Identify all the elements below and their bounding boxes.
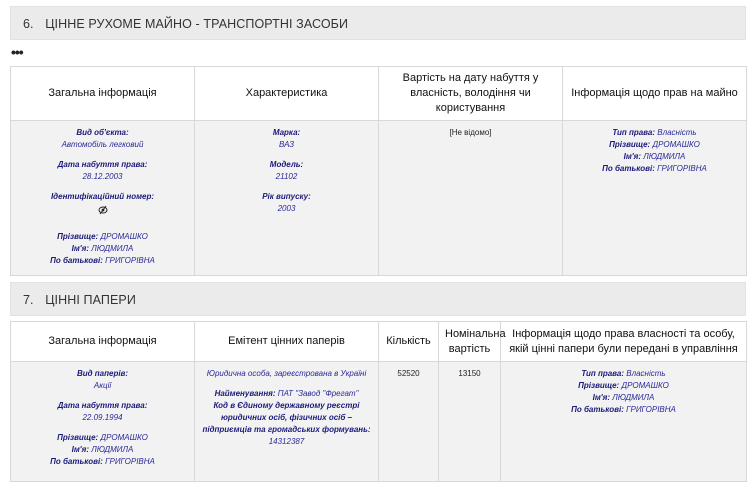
quantity-cell: 52520 xyxy=(378,361,439,482)
patronymic-value: ГРИГОРІВНА xyxy=(626,405,676,414)
year-value: 2003 xyxy=(277,204,296,213)
quantity-value: 52520 xyxy=(397,369,420,378)
acquisition-date-label: Дата набуття права: xyxy=(57,401,148,410)
table-row: Вид паперів: Акції Дата набуття права: 2… xyxy=(10,361,747,482)
right-type-value: Власність xyxy=(657,128,697,137)
nominal-value: 13150 xyxy=(458,369,481,378)
col-nominal: Номінальна вартість xyxy=(438,321,506,362)
more-options-button[interactable]: ••• xyxy=(11,45,24,59)
surname-label: Прізвище: xyxy=(57,433,99,442)
patronymic-label: По батькові: xyxy=(50,457,103,466)
rights-cell: Тип права: Власність Прізвище: ДРОМАШКО … xyxy=(562,120,747,276)
issuer-name-label: Найменування: xyxy=(214,389,276,398)
ownership-cell: Тип права: Власність Прізвище: ДРОМАШКО … xyxy=(500,361,747,482)
col-quantity: Кількість xyxy=(378,321,439,362)
cost-cell: [Не відомо] xyxy=(378,120,563,276)
surname-value: ДРОМАШКО xyxy=(621,381,669,390)
name-label: Ім'я: xyxy=(623,152,642,161)
issuer-code-label: Код в Єдиному державному реєстрі юридичн… xyxy=(202,401,371,434)
patronymic-value: ГРИГОРІВНА xyxy=(657,164,707,173)
general-info-cell: Вид паперів: Акції Дата набуття права: 2… xyxy=(10,361,195,482)
year-label: Рік випуску: xyxy=(262,192,311,201)
surname-label: Прізвище: xyxy=(609,140,651,149)
surname-value: ДРОМАШКО xyxy=(100,433,148,442)
section-title: ЦІННІ ПАПЕРИ xyxy=(45,293,136,307)
hidden-icon[interactable] xyxy=(15,205,190,219)
model-value: 21102 xyxy=(275,172,298,181)
securities-table: Загальна інформація Емітент цінних папер… xyxy=(10,321,747,482)
col-general-info: Загальна інформація xyxy=(10,66,195,121)
surname-value: ДРОМАШКО xyxy=(652,140,700,149)
issuer-name-value: ПАТ "Завод "Фрегат" xyxy=(277,389,359,398)
name-label: Ім'я: xyxy=(592,393,611,402)
name-label: Ім'я: xyxy=(71,244,90,253)
vehicles-table: Загальна інформація Характеристика Варті… xyxy=(10,66,747,276)
col-characteristics: Характеристика xyxy=(194,66,379,121)
brand-label: Марка: xyxy=(272,128,301,137)
surname-label: Прізвище: xyxy=(578,381,620,390)
section-6-header: 6. ЦІННЕ РУХОМЕ МАЙНО - ТРАНСПОРТНІ ЗАСО… xyxy=(10,6,746,40)
acquisition-date-label: Дата набуття права: xyxy=(57,160,148,169)
section-title: ЦІННЕ РУХОМЕ МАЙНО - ТРАНСПОРТНІ ЗАСОБИ xyxy=(45,17,349,31)
right-type-label: Тип права: xyxy=(612,128,656,137)
brand-value: ВАЗ xyxy=(279,140,294,149)
acquisition-date-value: 28.12.2003 xyxy=(82,172,123,181)
general-info-cell: Вид об'єкта: Автомобіль легковий Дата на… xyxy=(10,120,195,276)
patronymic-label: По батькові: xyxy=(50,256,103,265)
section-number: 6. xyxy=(23,17,34,31)
col-cost: Вартість на дату набуття у власність, во… xyxy=(378,66,563,121)
issuer-code-value: 14312387 xyxy=(268,437,305,446)
patronymic-value: ГРИГОРІВНА xyxy=(105,256,155,265)
table-row: Вид об'єкта: Автомобіль легковий Дата на… xyxy=(10,120,747,276)
patronymic-label: По батькові: xyxy=(571,405,624,414)
characteristics-cell: Марка: ВАЗ Модель: 21102 Рік випуску: 20… xyxy=(194,120,379,276)
right-type-label: Тип права: xyxy=(581,369,625,378)
issuer-cell: Юридична особа, зареєстрована в Україні … xyxy=(194,361,379,482)
cost-value: [Не відомо] xyxy=(449,128,492,137)
col-ownership-info: Інформація щодо права власності та особу… xyxy=(500,321,747,362)
patronymic-value: ГРИГОРІВНА xyxy=(105,457,155,466)
section-7-header: 7. ЦІННІ ПАПЕРИ xyxy=(10,282,746,316)
nominal-cell: 13150 xyxy=(438,361,501,482)
securities-type-value: Акції xyxy=(93,381,112,390)
patronymic-label: По батькові: xyxy=(602,164,655,173)
model-label: Модель: xyxy=(269,160,304,169)
col-rights-info: Інформація щодо прав на майно xyxy=(562,66,747,121)
name-value: ЛЮДМИЛА xyxy=(91,244,134,253)
id-number-label: Ідентифікаційний номер: xyxy=(50,192,155,201)
acquisition-date-value: 22.09.1994 xyxy=(82,413,123,422)
object-type-value: Автомобіль легковий xyxy=(61,140,144,149)
issuer-kind: Юридична особа, зареєстрована в Україні xyxy=(206,369,367,378)
name-value: ЛЮДМИЛА xyxy=(643,152,686,161)
securities-type-label: Вид паперів: xyxy=(76,369,129,378)
name-value: ЛЮДМИЛА xyxy=(612,393,655,402)
col-issuer: Емітент цінних паперів xyxy=(194,321,379,362)
object-type-label: Вид об'єкта: xyxy=(76,128,129,137)
section-number: 7. xyxy=(23,293,34,307)
col-general-info: Загальна інформація xyxy=(10,321,195,362)
name-label: Ім'я: xyxy=(71,445,90,454)
surname-label: Прізвище: xyxy=(57,232,99,241)
right-type-value: Власність xyxy=(626,369,666,378)
surname-value: ДРОМАШКО xyxy=(100,232,148,241)
name-value: ЛЮДМИЛА xyxy=(91,445,134,454)
